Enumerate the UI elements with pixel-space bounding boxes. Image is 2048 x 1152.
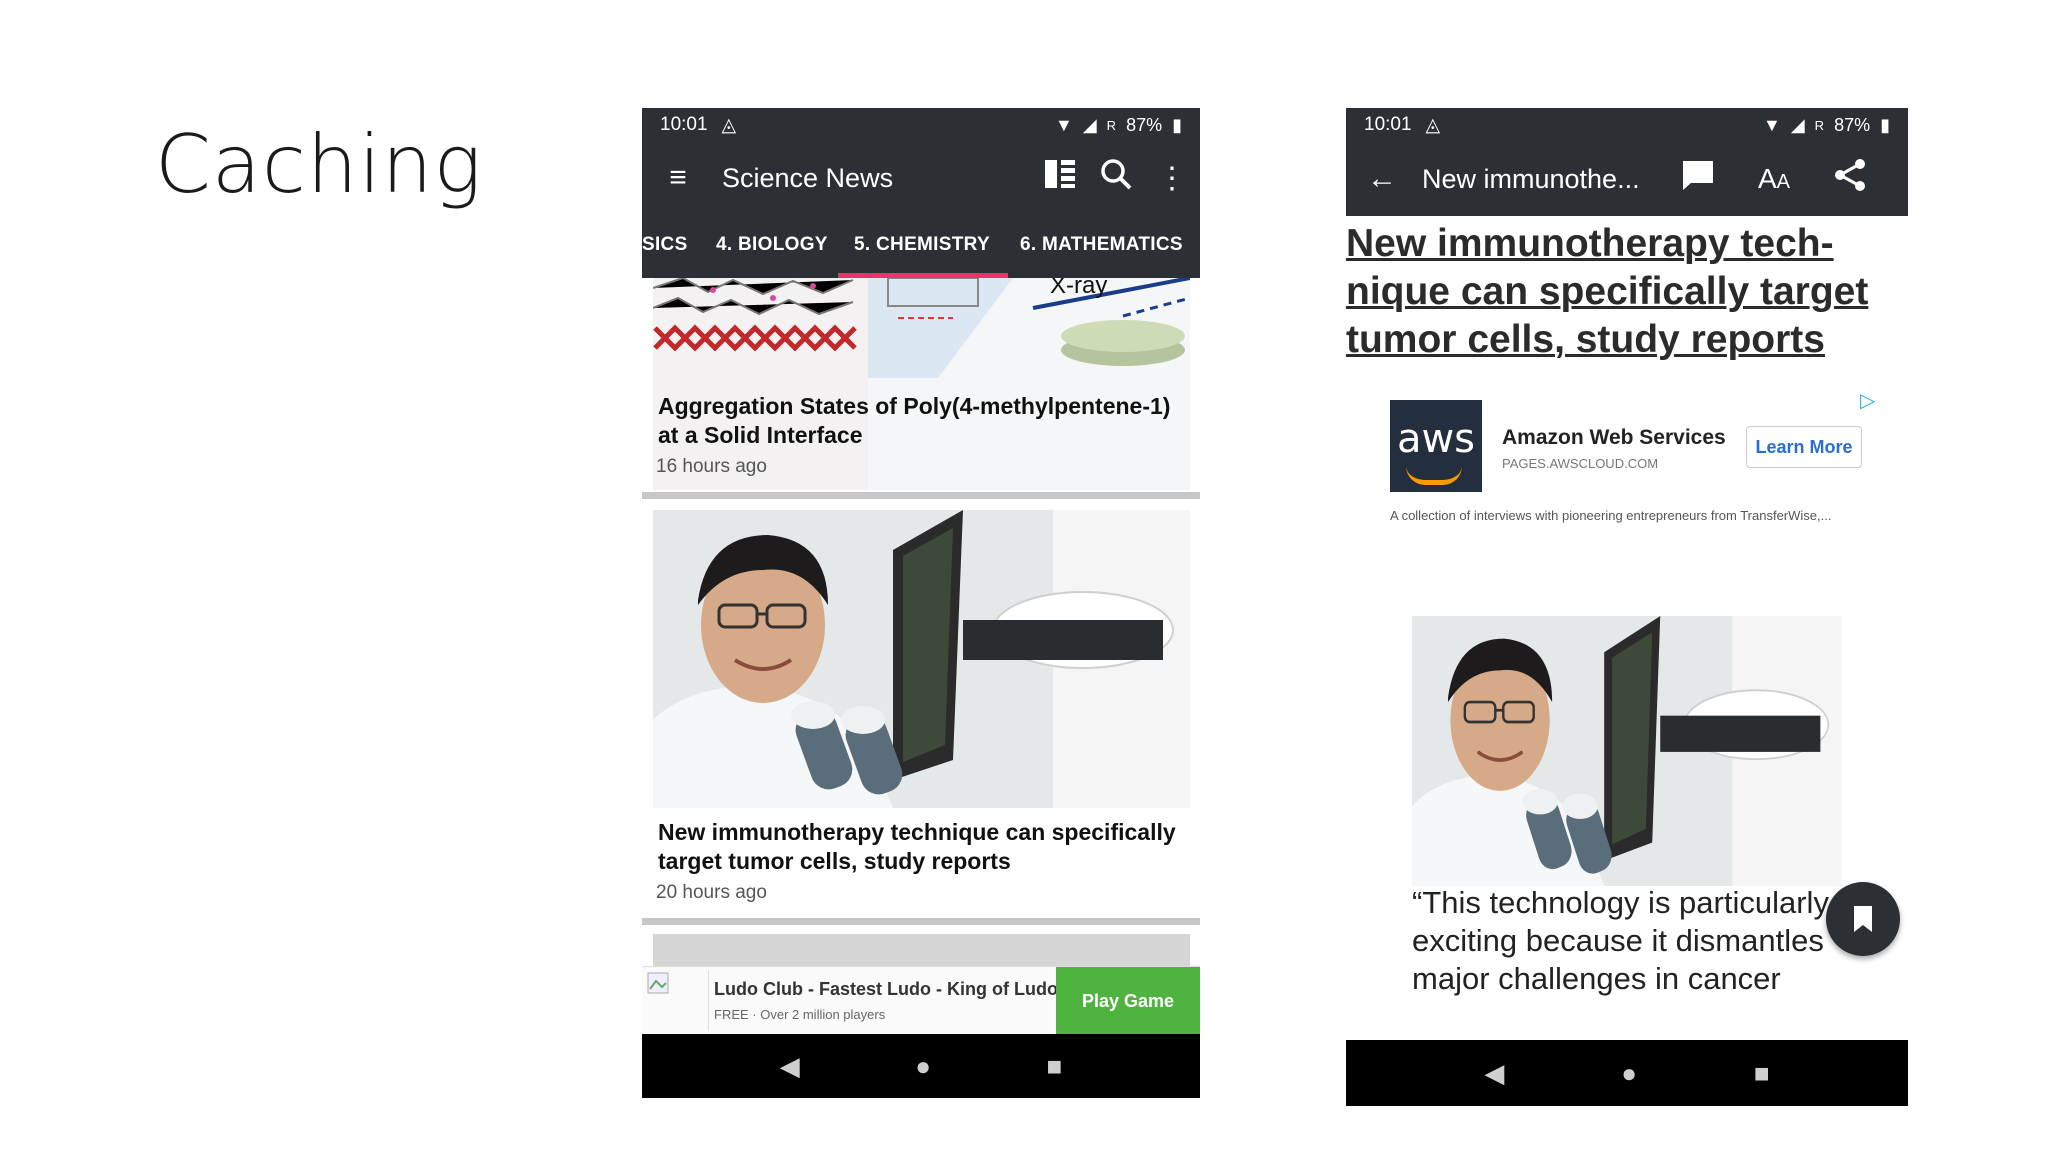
app-bar: ≡ Science News ⋮ [642,142,1200,214]
comment-icon[interactable] [1670,158,1726,200]
ad-subtitle: FREE · Over 2 million players [714,1007,886,1022]
next-article-placeholder [653,934,1190,968]
search-icon[interactable] [1088,157,1144,199]
signal-icon: ◢ [1790,114,1805,135]
article-body-text: “This technology is particularly excitin… [1412,885,1829,996]
battery-icon: ▮ [1880,114,1890,135]
article-time: 20 hours ago [656,882,767,903]
article-image[interactable] [653,510,1190,808]
tab-biology[interactable]: 4. BIOLOGY [716,234,828,256]
recents-nav-icon[interactable]: ■ [1754,1058,1770,1089]
ad-description: A collection of interviews with pioneeri… [1390,508,1832,523]
back-nav-icon[interactable]: ◀ [780,1051,800,1082]
wifi-icon: ▼ [1763,114,1781,135]
ad-choices-icon[interactable]: ▷ [1860,388,1875,413]
learn-more-button[interactable]: Learn More [1746,426,1862,468]
article-title[interactable]: Aggregation States of Poly(4-methylpente… [658,392,1188,450]
overflow-menu-icon[interactable]: ⋮ [1144,161,1200,196]
app-title: Science News [722,162,894,193]
slide-title: Caching [155,118,483,211]
article-time: 16 hours ago [656,456,767,477]
app-bar: ← New immunothe... AA [1346,142,1908,216]
battery-icon: ▮ [1172,114,1182,135]
status-bar: 10:01 ◬ ▼ ◢ R 87% ▮ [1346,108,1908,142]
ad-url: PAGES.AWSCLOUD.COM [1502,456,1659,471]
menu-icon[interactable]: ≡ [650,161,706,195]
status-time: 10:01 [1364,114,1412,135]
notification-icon: ◬ [721,114,737,136]
system-nav-bar: ◀ ● ■ [642,1034,1200,1098]
play-game-button[interactable]: Play Game [1056,967,1200,1035]
divider [642,918,1200,925]
article-image[interactable] [1412,616,1842,886]
battery-percent: 87% [1834,114,1871,135]
font-size-icon[interactable]: AA [1746,163,1802,195]
home-nav-icon[interactable]: ● [1621,1058,1637,1089]
roaming-icon: R [1106,117,1117,133]
status-time: 10:01 [660,114,708,135]
battery-percent: 87% [1126,114,1163,135]
tab-mathematics[interactable]: 6. MATHEMATICS [1020,234,1183,256]
broken-image-icon [646,971,709,1031]
signal-icon: ◢ [1082,114,1097,135]
category-tabs: SICS 4. BIOLOGY 5. CHEMISTRY 6. MATHEMAT… [642,214,1200,278]
divider [642,492,1200,499]
back-nav-icon[interactable]: ◀ [1484,1058,1504,1089]
ad-title: Ludo Club - Fastest Ludo - King of Ludo [714,979,1058,999]
share-icon[interactable] [1822,158,1878,200]
app-title: New immunothe... [1422,163,1640,194]
status-bar: 10:01 ◬ ▼ ◢ R 87% ▮ [642,108,1200,142]
banner-ad[interactable]: Ludo Club - Fastest Ludo - King of Ludo … [642,966,1200,1035]
hero-xray-label: X-ray [1050,278,1107,299]
bookmark-fab-icon[interactable] [1826,882,1900,956]
article-headline[interactable]: New immunotherapy tech-nique can specifi… [1346,220,1896,364]
recents-nav-icon[interactable]: ■ [1047,1051,1063,1082]
system-nav-bar: ◀ ● ■ [1346,1040,1908,1106]
roaming-icon: R [1814,117,1825,133]
phone-screen-article: 10:01 ◬ ▼ ◢ R 87% ▮ ← New immunothe... A… [1346,108,1908,1106]
home-nav-icon[interactable]: ● [915,1051,931,1082]
article-title[interactable]: New immunotherapy technique can specific… [658,818,1188,876]
ad-advertiser-name: Amazon Web Services [1502,426,1726,449]
back-arrow-icon[interactable]: ← [1354,162,1410,196]
layout-toggle-icon[interactable] [1032,157,1088,199]
notification-icon: ◬ [1425,114,1441,136]
tab-chemistry[interactable]: 5. CHEMISTRY [854,234,990,256]
phone-screen-list: 10:01 ◬ ▼ ◢ R 87% ▮ ≡ Science News ⋮ SIC… [642,108,1200,1098]
wifi-icon: ▼ [1055,114,1073,135]
tab-physics[interactable]: SICS [642,234,688,256]
